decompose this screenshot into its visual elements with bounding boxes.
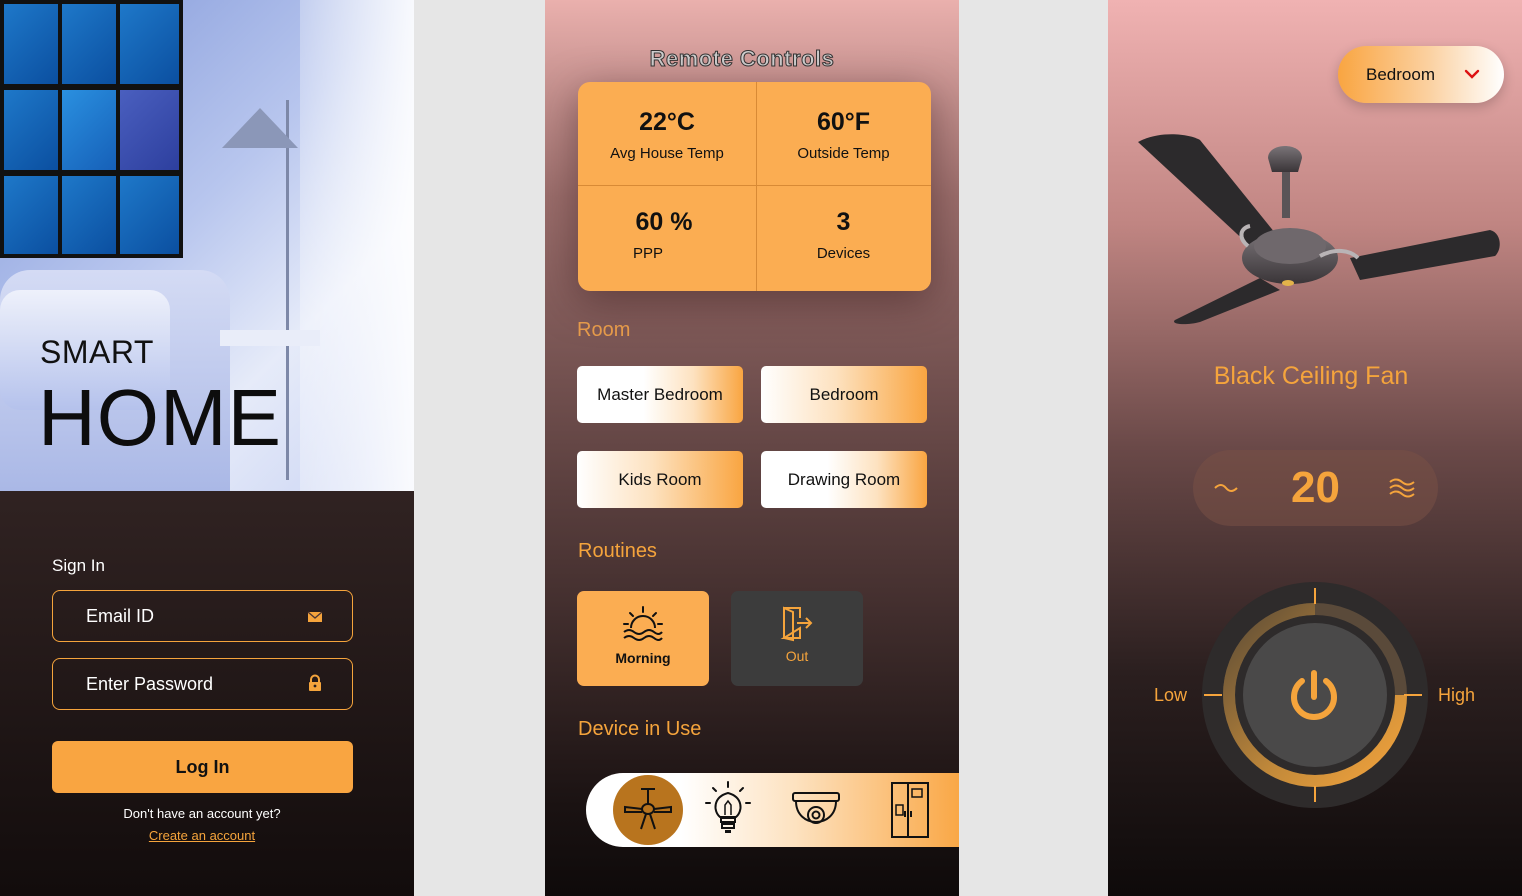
email-field[interactable]: Email ID <box>52 590 353 642</box>
exit-door-icon <box>780 606 813 642</box>
create-account-link[interactable]: Create an account <box>0 828 404 843</box>
high-tick <box>1404 694 1422 696</box>
room-kids-room[interactable]: Kids Room <box>577 451 743 508</box>
routine-morning-label: Morning <box>615 650 671 666</box>
password-placeholder: Enter Password <box>86 674 214 694</box>
low-label: Low <box>1154 685 1188 705</box>
wall-art <box>0 0 183 258</box>
stat-outside-temp: 60°F Outside Temp <box>797 108 890 162</box>
routine-out-label: Out <box>785 648 809 664</box>
sunrise-icon <box>623 606 663 641</box>
ceiling-fan-icon <box>624 788 672 830</box>
routines-heading: Routines <box>578 540 657 562</box>
no-account-text: Don't have an account yet? <box>123 806 281 821</box>
signin-screen: SMART HOME Sign In Email ID Enter Passwo… <box>0 0 414 896</box>
password-field[interactable]: Enter Password <box>52 658 353 710</box>
routine-morning[interactable]: Morning <box>577 591 709 686</box>
low-tick <box>1204 694 1222 696</box>
room-bedroom[interactable]: Bedroom <box>761 366 927 423</box>
speed-control: 20 <box>1193 450 1438 526</box>
light-bulb-icon <box>705 781 751 833</box>
room-master-bedroom[interactable]: Master Bedroom <box>577 366 743 423</box>
device-security-camera[interactable] <box>786 775 856 845</box>
chevron-down-icon <box>1464 69 1480 79</box>
room-dropdown-value: Bedroom <box>1366 65 1435 84</box>
device-carousel <box>586 773 959 847</box>
high-wind-icon[interactable] <box>1388 476 1416 500</box>
stat-avg-house-temp: 22°C Avg House Temp <box>610 108 724 162</box>
lock-icon <box>309 674 321 691</box>
mail-icon <box>307 611 323 622</box>
room-dropdown[interactable]: Bedroom <box>1338 46 1504 103</box>
refrigerator-icon <box>891 782 929 838</box>
email-placeholder: Email ID <box>86 606 155 626</box>
device-refrigerator[interactable] <box>884 775 954 845</box>
fan-control-screen: Bedroom Black Ceiling Fan 20 Low High <box>1108 0 1522 896</box>
device-ceiling-fan[interactable] <box>613 775 683 845</box>
device-name: Black Ceiling Fan <box>1213 362 1409 390</box>
page-title: Remote Controls <box>649 46 835 72</box>
device-light-bulb[interactable] <box>703 775 773 845</box>
room-heading: Room <box>577 319 631 341</box>
power-icon[interactable] <box>1284 667 1344 727</box>
stat-ppp: 60 % PPP <box>633 208 693 262</box>
signin-title: Sign In <box>52 556 105 575</box>
stat-devices: 3 Devices <box>816 208 871 262</box>
routine-out[interactable]: Out <box>731 591 863 686</box>
login-button[interactable]: Log In <box>52 741 353 793</box>
stats-card: 22°C Avg House Temp 60°F Outside Temp 60… <box>578 82 931 291</box>
room-drawing-room[interactable]: Drawing Room <box>761 451 927 508</box>
brand-small-text: SMART <box>40 334 154 370</box>
remote-controls-screen: Remote Controls 22°C Avg House Temp 60°F… <box>545 0 959 896</box>
security-camera-icon <box>792 792 840 824</box>
high-label: High <box>1438 685 1476 705</box>
brand-large-text: HOME <box>38 373 282 462</box>
ceiling-fan-image <box>1138 134 1500 325</box>
devices-heading: Device in Use <box>578 718 702 740</box>
